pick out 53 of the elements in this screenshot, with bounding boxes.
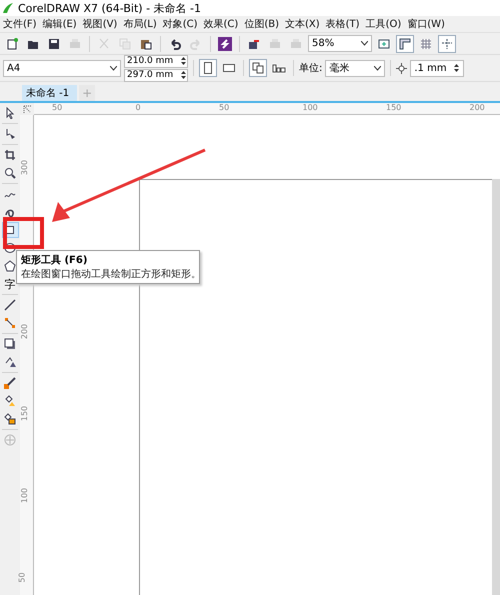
nudge-field[interactable]: .1 mm [410,60,464,76]
ruler-label: 0 [136,103,141,112]
zoom-dropdown[interactable]: 58% [308,35,372,52]
menu-item[interactable]: 对象(C) [160,17,201,31]
ruler-icon[interactable] [396,34,414,52]
menu-item[interactable]: 工具(O) [362,17,404,31]
menu-item[interactable]: 编辑(E) [40,17,80,31]
portrait-icon[interactable] [199,59,217,77]
app-logo-icon [2,2,14,14]
menu-item[interactable]: 视图(V) [80,17,120,31]
guides-icon[interactable] [438,34,456,52]
polygon-icon[interactable] [2,258,18,274]
page-width-field[interactable]: 210.0 mm [124,54,188,68]
eyedropper-icon[interactable] [2,375,18,391]
diagonal-line-icon[interactable] [2,297,18,313]
smart-fill-icon[interactable] [2,411,18,427]
menu-item[interactable]: 窗口(W) [404,17,448,31]
menu-item[interactable]: 效果(C) [200,17,242,31]
menu-item[interactable]: 位图(B) [241,17,282,31]
units-dropdown[interactable]: 毫米 [325,60,386,76]
document-tab[interactable]: 未命名 -1 [22,85,78,101]
window-title: CorelDRAW X7 (64-Bit) - 未命名 -1 [18,0,202,16]
menu-item[interactable]: 表格(T) [322,17,363,31]
highlight-frame [3,217,44,249]
spinner-arrows-icon[interactable] [180,70,187,80]
ruler-label: 50 [18,572,27,583]
ruler-label: 150 [20,406,30,422]
page-height-field[interactable]: 297.0 mm [124,68,188,82]
page-size-dropdown[interactable]: A4 [3,60,121,76]
caret-icon [110,66,117,70]
caret-icon [361,41,368,46]
units-label: 单位: [299,62,322,75]
spinner-arrows-icon[interactable] [453,63,460,73]
nudge-icon [396,62,408,74]
menu-item[interactable]: 文本(X) [282,17,323,31]
ruler-label: 100 [20,488,30,504]
ruler-label: 200 [20,324,30,340]
ruler-label: 50 [52,103,62,112]
tooltip-text: 在绘图窗口拖动工具绘制正方形和矩形。 [21,268,195,281]
menu-item[interactable]: 布局(L) [120,17,160,31]
ruler-label: 150 [386,103,402,112]
menu-item[interactable]: 文件(F) [0,17,40,31]
ruler-label: 300 [20,160,30,176]
ruler-label: 50 [219,103,230,112]
pages-icon[interactable] [249,59,267,77]
ruler-label: 200 [470,103,485,112]
ruler-origin-icon[interactable] [22,104,32,114]
spinner-arrows-icon[interactable] [180,56,187,66]
caret-icon [374,66,382,70]
ruler-label: 100 [302,103,318,112]
lightning-icon[interactable] [216,34,234,52]
tooltip-title: 矩形工具 (F6) [21,254,88,267]
text-tool-button[interactable]: 字 [2,276,18,292]
